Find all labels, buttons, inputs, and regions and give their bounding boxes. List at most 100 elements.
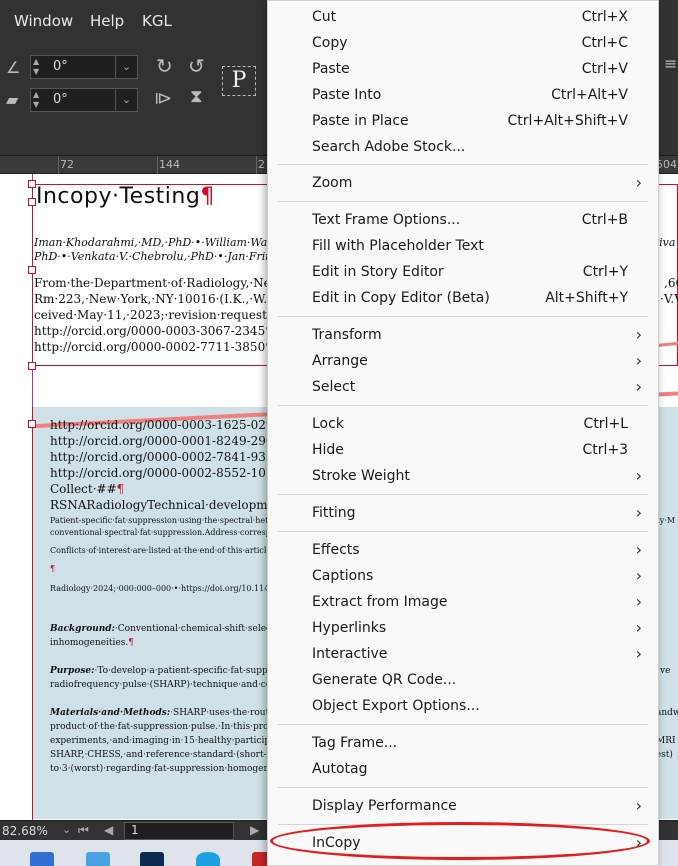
flip-horizontal-icon[interactable]: ⧐ <box>154 88 172 109</box>
flip-vertical-icon[interactable]: ⧗ <box>190 86 203 107</box>
menu-item-edit-in-copy-editor-beta[interactable]: Edit in Copy Editor (Beta) Alt+Shift+Y <box>268 286 658 312</box>
app-icon[interactable] <box>86 852 110 866</box>
menu-item-tag-frame[interactable]: Tag Frame... <box>268 731 658 757</box>
chevron-down-icon[interactable]: ⌄ <box>115 89 137 111</box>
menu-item-label: Effects <box>312 542 360 558</box>
zoom-level[interactable]: 82.68% <box>2 824 48 838</box>
menu-separator <box>278 316 648 317</box>
menu-item-cut[interactable]: Cut Ctrl+X <box>268 5 658 31</box>
menu-item-autotag[interactable]: Autotag <box>268 757 658 783</box>
menu-item-shortcut: Alt+Shift+Y <box>545 290 628 306</box>
menu-help[interactable]: Help <box>90 12 124 30</box>
rotate-stepper-icon[interactable]: ▲ ▼ <box>33 57 47 77</box>
chevron-down-icon[interactable]: ⌄ <box>115 56 137 78</box>
context-menu: Cut Ctrl+X Copy Ctrl+C Paste Ctrl+V Paste Into… <box>267 0 659 866</box>
abstract-line: conventional·spectral·fat·suppression.Ad… <box>50 528 296 537</box>
background-paragraph: Background:·Conventional·chemical-shift·… <box>50 624 288 634</box>
menu-item-edit-in-story-editor[interactable]: Edit in Story Editor Ctrl+Y <box>268 260 658 286</box>
reference-point-icon[interactable]: P <box>222 66 256 96</box>
menu-item-captions[interactable]: Captions › <box>268 564 658 590</box>
frame-handle[interactable] <box>28 266 36 274</box>
ruler-tick <box>157 156 158 174</box>
menu-item-zoom[interactable]: Zoom › <box>268 171 658 197</box>
menu-item-incopy[interactable]: InCopy › <box>268 831 658 857</box>
methods-right: andw <box>656 708 678 718</box>
menu-item-select[interactable]: Select › <box>268 375 658 401</box>
menu-kgl[interactable]: KGL <box>142 12 172 30</box>
menu-item-paste-into[interactable]: Paste Into Ctrl+Alt+V <box>268 83 658 109</box>
chevron-right-icon: › <box>635 377 642 396</box>
photoshop-icon[interactable] <box>140 852 164 866</box>
orcid-text: http://orcid.org/0000-0001-8249-2907 <box>50 434 282 448</box>
rotate-counterclockwise-icon[interactable]: ↺ <box>188 54 205 78</box>
menu-item-hyperlinks[interactable]: Hyperlinks › <box>268 616 658 642</box>
rotate-angle-icon: ∠ <box>6 58 21 77</box>
ruler-label: 2 <box>258 158 265 171</box>
frame-handle[interactable] <box>28 362 36 370</box>
menu-item-fill-with-placeholder-text[interactable]: Fill with Placeholder Text <box>268 234 658 260</box>
rotate-angle-value: 0° <box>53 59 68 74</box>
orcid-link: http://orcid.org/0000-0001-8249-2907¶ <box>50 434 289 448</box>
menu-item-effects[interactable]: Effects › <box>268 538 658 564</box>
menu-item-paste-in-place[interactable]: Paste in Place Ctrl+Alt+Shift+V <box>268 109 658 135</box>
menu-item-shortcut: Ctrl+V <box>581 61 628 77</box>
orcid-text: http://orcid.org/0000-0002-7711-3850 <box>34 340 266 354</box>
menu-item-label: Fill with Placeholder Text <box>312 238 484 254</box>
menu-item-copy[interactable]: Copy Ctrl+C <box>268 31 658 57</box>
next-page-icon[interactable]: ▶ <box>250 823 259 837</box>
menu-separator <box>278 405 648 406</box>
background-paragraph-2: inhomogeneities.¶ <box>50 638 134 648</box>
align-icon[interactable]: ≡ <box>664 54 677 73</box>
orcid-text: http://orcid.org/0000-0003-1625-0293 <box>50 418 282 432</box>
ruler-label: 504 <box>656 158 677 171</box>
menu-item-label: Hyperlinks <box>312 620 387 636</box>
menu-item-interactive[interactable]: Interactive › <box>268 642 658 668</box>
chevron-down-icon[interactable]: ⌄ <box>62 823 71 836</box>
methods-line: product·of·the·fat-suppression·pulse.·In… <box>50 722 279 732</box>
title-text: Incopy·Testing <box>36 184 201 209</box>
shear-stepper-icon[interactable]: ▲ ▼ <box>33 90 47 110</box>
orcid-link: http://orcid.org/0000-0002-7711-3850¶ <box>34 340 273 354</box>
file-explorer-icon[interactable] <box>30 852 54 866</box>
frame-handle[interactable] <box>28 180 36 188</box>
purpose-paragraph-2: radiofrequency·pulse·(SHARP)·technique·a… <box>50 680 272 690</box>
menu-item-paste[interactable]: Paste Ctrl+V <box>268 57 658 83</box>
pilcrow: ¶ <box>128 638 134 648</box>
page-number-field[interactable]: 1 <box>124 822 234 840</box>
menu-item-stroke-weight[interactable]: Stroke Weight › <box>268 464 658 490</box>
menu-window[interactable]: Window <box>14 12 73 30</box>
rotate-angle-field[interactable]: ▲ ▼ 0° ⌄ <box>30 55 138 79</box>
background-text: inhomogeneities. <box>50 638 129 648</box>
frame-handle[interactable] <box>28 198 36 206</box>
rotate-clockwise-icon[interactable]: ↻ <box>156 54 173 78</box>
menu-item-extract-from-image[interactable]: Extract from Image › <box>268 590 658 616</box>
menu-item-search-adobe-stock[interactable]: Search Adobe Stock... <box>268 135 658 161</box>
conflicts-label: Conflicts·of·interest·are·listed·at·the·… <box>50 546 274 555</box>
first-page-icon[interactable]: ⏮ <box>78 823 89 838</box>
menu-item-transform[interactable]: Transform › <box>268 323 658 349</box>
menu-item-label: Interactive <box>312 646 388 662</box>
menu-item-lock[interactable]: Lock Ctrl+L <box>268 412 658 438</box>
in-port-handle[interactable] <box>28 420 36 428</box>
menu-item-label: Select <box>312 379 356 395</box>
menu-item-display-performance[interactable]: Display Performance › <box>268 794 658 820</box>
menu-item-fitting[interactable]: Fitting › <box>268 501 658 527</box>
menu-separator <box>278 824 648 825</box>
skype-icon[interactable] <box>196 852 220 866</box>
shear-angle-field[interactable]: ▲ ▼ 0° ⌄ <box>30 88 138 112</box>
menu-separator <box>278 201 648 202</box>
menu-item-generate-qr-code[interactable]: Generate QR Code... <box>268 668 658 694</box>
menu-item-label: Cut <box>312 9 337 25</box>
menu-item-object-export-options[interactable]: Object Export Options... <box>268 694 658 720</box>
menu-item-text-frame-options[interactable]: Text Frame Options... Ctrl+B <box>268 208 658 234</box>
menu-separator <box>278 494 648 495</box>
menu-separator <box>278 724 648 725</box>
chevron-right-icon: › <box>635 566 642 585</box>
menu-item-hide[interactable]: Hide Ctrl+3 <box>268 438 658 464</box>
ruler-label: 144 <box>159 158 180 171</box>
orcid-text: http://orcid.org/0000-0002-7841-9333 <box>50 450 282 464</box>
menu-item-label: Transform <box>312 327 382 343</box>
menu-item-arrange[interactable]: Arrange › <box>268 349 658 375</box>
menu-item-label: Object Export Options... <box>312 698 480 714</box>
previous-page-icon[interactable]: ◀ <box>104 823 113 837</box>
